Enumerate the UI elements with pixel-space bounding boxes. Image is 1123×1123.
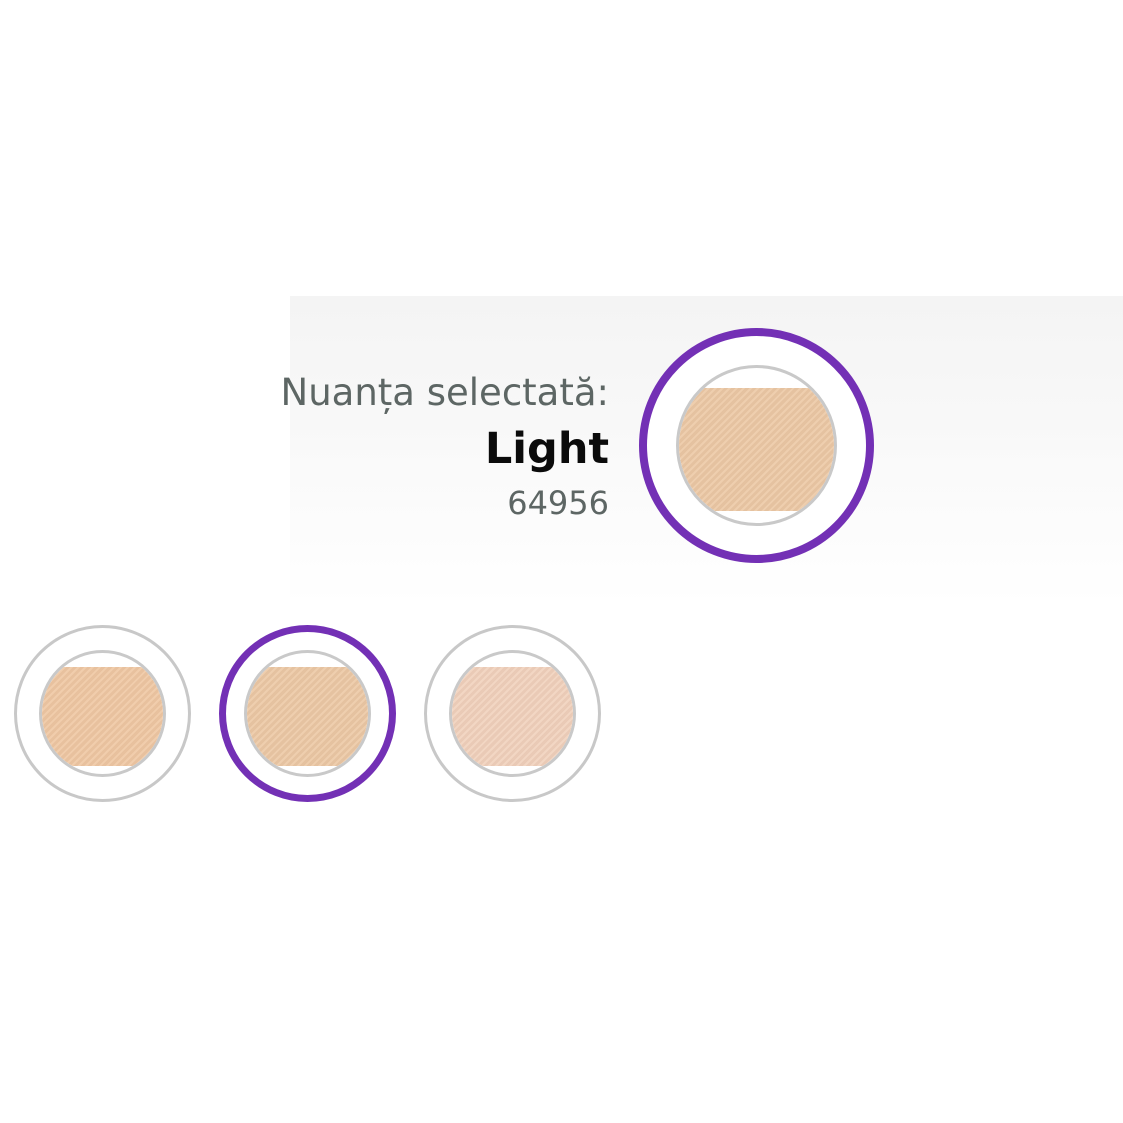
shade-name: Light <box>484 424 609 474</box>
shade-swatch-circle <box>244 650 371 777</box>
shade-selector-page: Nuanța selectată: Light 64956 <box>0 0 1123 1123</box>
shade-swatch-option-3[interactable] <box>424 625 601 802</box>
selected-shade-color <box>679 388 834 511</box>
selected-shade-info: Nuanța selectată: Light 64956 <box>281 366 609 528</box>
shade-swatch-option-2[interactable] <box>219 625 396 802</box>
selected-shade-preview <box>639 328 874 563</box>
shade-swatch-circle <box>449 650 576 777</box>
shade-swatch-color <box>42 667 163 766</box>
selected-shade-swatch <box>676 365 837 526</box>
selected-shade-label: Nuanța selectată: <box>280 371 609 414</box>
shade-swatch-option-1[interactable] <box>14 625 191 802</box>
shade-swatch-circle <box>39 650 166 777</box>
shade-swatch-color <box>452 667 573 766</box>
shade-code: 64956 <box>507 484 609 522</box>
shade-swatch-color <box>247 667 368 766</box>
